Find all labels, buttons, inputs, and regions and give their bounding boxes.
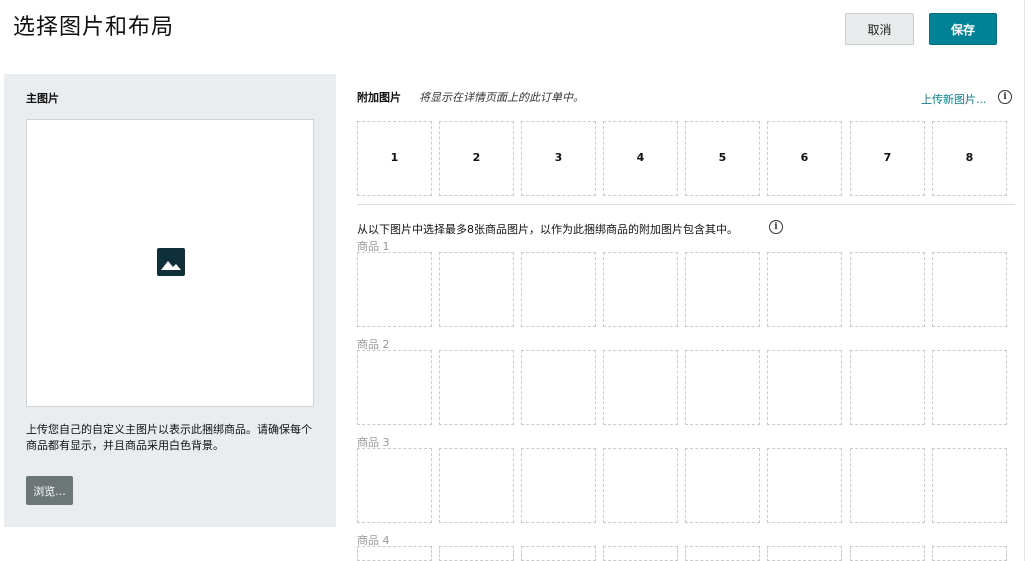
page: 选择图片和布局 取消 保存 主图片 上传您自己的自定义主图片以表示此捆绑商品。请… xyxy=(0,0,1032,561)
additional-image-slot[interactable]: 2 xyxy=(439,121,514,196)
selection-note: 从以下图片中选择最多8张商品图片，以作为此捆绑商品的附加图片包含其中。 xyxy=(357,223,738,236)
product-image-slot[interactable] xyxy=(850,546,925,561)
product-image-slot[interactable] xyxy=(439,350,514,425)
save-button[interactable]: 保存 xyxy=(929,13,997,45)
scrollbar-track[interactable] xyxy=(1024,0,1025,561)
product-image-slot[interactable] xyxy=(521,448,596,523)
main-image-panel: 主图片 上传您自己的自定义主图片以表示此捆绑商品。请确保每个商品都有显示，并且商… xyxy=(4,74,336,527)
product-image-slot[interactable] xyxy=(521,546,596,561)
product-image-slot[interactable] xyxy=(357,252,432,327)
product-image-slot[interactable] xyxy=(439,546,514,561)
product-image-slot[interactable] xyxy=(685,448,760,523)
product-image-slot[interactable] xyxy=(357,350,432,425)
image-icon xyxy=(157,248,185,276)
info-icon[interactable]: i xyxy=(769,220,783,234)
slot-number: 6 xyxy=(800,151,809,164)
info-icon[interactable]: i xyxy=(998,90,1012,104)
product-image-slot[interactable] xyxy=(685,350,760,425)
browse-button[interactable]: 浏览... xyxy=(26,476,73,505)
additional-image-slot[interactable]: 5 xyxy=(685,121,760,196)
divider xyxy=(357,204,1015,205)
product-image-slot[interactable] xyxy=(932,448,1007,523)
product-image-slot[interactable] xyxy=(603,448,678,523)
product-image-slot[interactable] xyxy=(932,350,1007,425)
product-image-slot[interactable] xyxy=(932,546,1007,561)
additional-image-slot[interactable]: 4 xyxy=(603,121,678,196)
product-image-slot[interactable] xyxy=(521,350,596,425)
product-image-slot[interactable] xyxy=(932,252,1007,327)
additional-images-label: 附加图片 xyxy=(357,91,401,104)
product-image-slot[interactable] xyxy=(767,252,842,327)
additional-images-note: 将显示在详情页面上的此订单中。 xyxy=(419,91,584,104)
additional-image-slot[interactable]: 7 xyxy=(850,121,925,196)
product-image-slot[interactable] xyxy=(767,546,842,561)
additional-image-slot[interactable]: 1 xyxy=(357,121,432,196)
main-image-description: 上传您自己的自定义主图片以表示此捆绑商品。请确保每个商品都有显示，并且商品采用白… xyxy=(26,423,312,452)
additional-image-slot[interactable]: 6 xyxy=(767,121,842,196)
slot-number: 3 xyxy=(554,151,563,164)
product-image-slot[interactable] xyxy=(685,546,760,561)
slot-number: 5 xyxy=(718,151,727,164)
upload-new-image-link[interactable]: 上传新图片... xyxy=(921,91,987,107)
product-image-slot[interactable] xyxy=(357,546,432,561)
product-image-slot[interactable] xyxy=(850,448,925,523)
product-image-slot[interactable] xyxy=(603,252,678,327)
product-image-slot[interactable] xyxy=(850,350,925,425)
slot-number: 1 xyxy=(390,151,399,164)
product-image-slot[interactable] xyxy=(439,448,514,523)
additional-image-slot[interactable]: 3 xyxy=(521,121,596,196)
product-image-slot[interactable] xyxy=(357,448,432,523)
product-image-slot[interactable] xyxy=(439,252,514,327)
product-image-slot[interactable] xyxy=(685,252,760,327)
main-image-label: 主图片 xyxy=(26,92,59,105)
slot-number: 7 xyxy=(883,151,892,164)
slot-number: 2 xyxy=(472,151,481,164)
slot-number: 4 xyxy=(636,151,645,164)
product-image-slot[interactable] xyxy=(603,350,678,425)
product-image-slot[interactable] xyxy=(603,546,678,561)
main-image-dropzone[interactable] xyxy=(26,119,314,407)
product-image-slot[interactable] xyxy=(767,448,842,523)
product-image-slot[interactable] xyxy=(521,252,596,327)
cancel-button[interactable]: 取消 xyxy=(845,13,914,45)
additional-image-slot[interactable]: 8 xyxy=(932,121,1007,196)
product-image-slot[interactable] xyxy=(850,252,925,327)
slot-number: 8 xyxy=(965,151,974,164)
product-image-slot[interactable] xyxy=(767,350,842,425)
page-title: 选择图片和布局 xyxy=(13,15,175,40)
